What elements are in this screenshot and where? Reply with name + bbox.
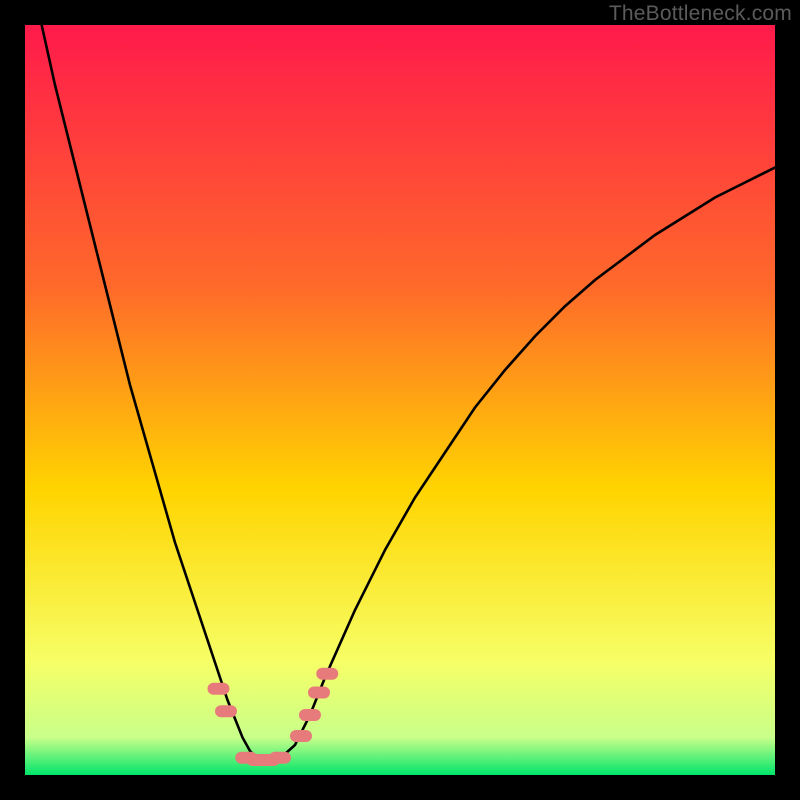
data-marker xyxy=(215,705,237,717)
data-marker xyxy=(308,687,330,699)
watermark-text: TheBottleneck.com xyxy=(609,2,792,26)
data-marker xyxy=(316,668,338,680)
chart-frame xyxy=(25,25,775,775)
bottleneck-chart xyxy=(25,25,775,775)
data-marker xyxy=(290,730,312,742)
data-marker xyxy=(299,709,321,721)
gradient-background xyxy=(25,25,775,775)
data-marker xyxy=(208,683,230,695)
data-marker xyxy=(269,752,291,764)
